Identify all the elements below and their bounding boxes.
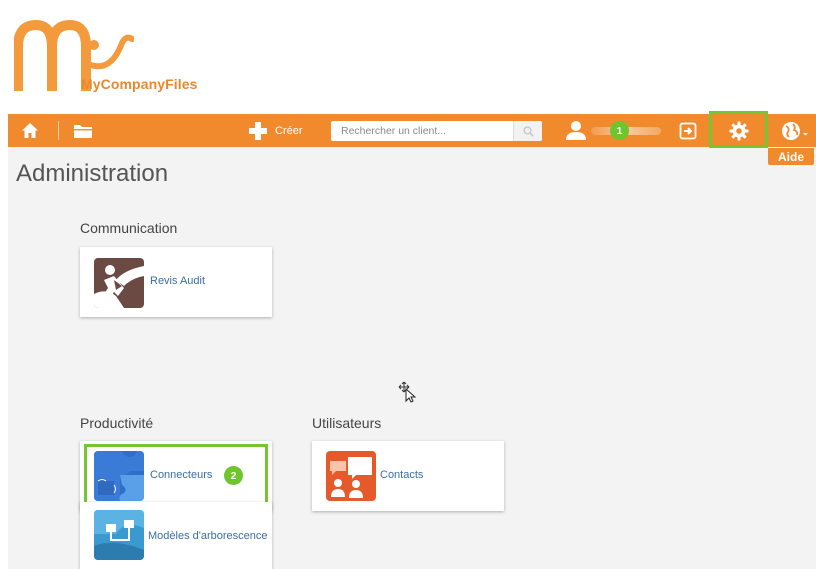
settings-highlight <box>709 111 768 148</box>
page-title: Administration <box>16 160 169 187</box>
nav-divider <box>58 121 59 140</box>
plus-icon <box>249 122 267 140</box>
client-search <box>331 121 542 141</box>
admin-page: MyCompanyFiles Créer 1 <box>8 10 816 569</box>
screenshot-frame: MyCompanyFiles Créer 1 <box>0 0 816 569</box>
card-label: Modèles d'arborescence <box>148 530 268 542</box>
globe-icon[interactable] <box>780 120 810 142</box>
connectors-highlight <box>84 444 268 508</box>
tree-icon <box>94 510 144 560</box>
top-header: MyCompanyFiles <box>8 10 816 114</box>
user-menu[interactable]: 1 <box>563 119 673 143</box>
search-input[interactable] <box>331 121 511 141</box>
card-label: Revis Audit <box>150 275 206 287</box>
runner-icon <box>94 258 144 308</box>
card-revis-audit[interactable]: Revis Audit <box>80 247 272 317</box>
section-title-communication: Communication <box>80 220 178 236</box>
card-label: Contacts <box>380 469 424 481</box>
logo-text: MyCompanyFiles <box>81 76 198 92</box>
section-title-users: Utilisateurs <box>312 415 382 431</box>
user-icon <box>566 121 586 140</box>
top-navbar: Créer 1 <box>8 114 816 147</box>
card-tree-models[interactable]: Modèles d'arborescence <box>80 502 272 569</box>
create-label: Créer <box>275 125 303 137</box>
step-callout-1: 1 <box>610 121 629 140</box>
create-button[interactable]: Créer <box>248 121 303 141</box>
home-icon[interactable] <box>20 121 40 140</box>
logout-icon[interactable] <box>678 121 698 141</box>
contacts-icon <box>326 451 376 501</box>
folder-icon[interactable] <box>72 122 94 140</box>
move-cursor-icon <box>398 381 416 403</box>
section-title-productivity: Productivité <box>80 415 154 431</box>
card-contacts[interactable]: Contacts <box>312 441 504 511</box>
search-icon[interactable] <box>513 121 542 141</box>
help-tooltip: Aide <box>768 148 814 165</box>
